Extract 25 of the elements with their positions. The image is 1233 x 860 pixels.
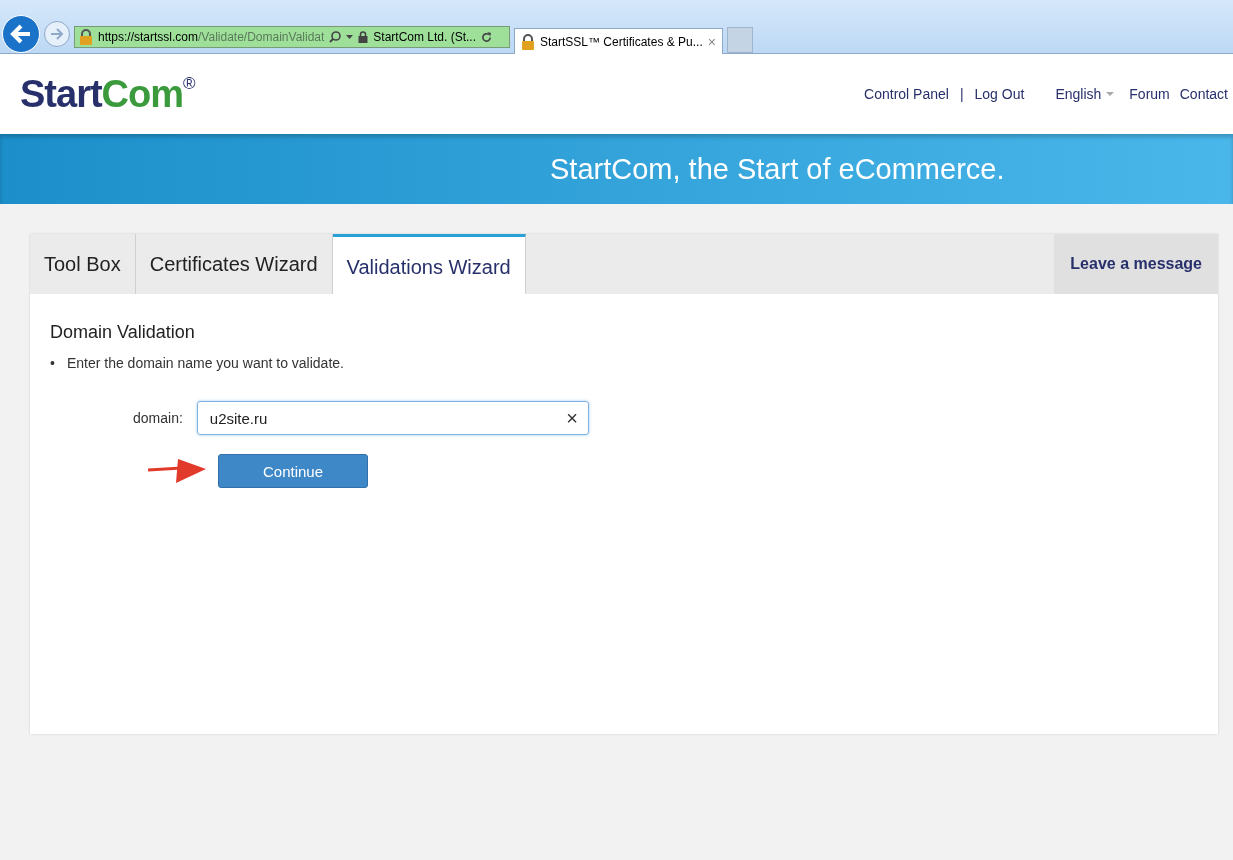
language-label: English bbox=[1055, 86, 1102, 102]
address-bar[interactable]: https://startssl.com/Validate/DomainValidat StartCom Ltd. (St... bbox=[74, 26, 510, 48]
nav-link[interactable]: Forum bbox=[1129, 86, 1170, 102]
url-path: /Validate/DomainValidat bbox=[198, 30, 325, 44]
close-tab-button[interactable]: × bbox=[707, 33, 716, 50]
field-label: domain: bbox=[133, 410, 183, 426]
logo[interactable]: StartCom$^{®}$ bbox=[20, 72, 195, 116]
tab-title: StartSSL™ Certificates & Pu... bbox=[540, 34, 703, 49]
browser-tab[interactable]: StartSSL™ Certificates & Pu... × bbox=[514, 28, 723, 54]
url-host: https://startssl.com bbox=[98, 30, 199, 44]
nav-separator: | bbox=[959, 86, 964, 102]
nav-link[interactable]: Log Out bbox=[974, 86, 1025, 102]
nav-link[interactable]: Contact bbox=[1179, 86, 1228, 102]
slogan: StartCom, the Start of eCommerce. bbox=[550, 152, 1005, 186]
site-identity[interactable]: StartCom Ltd. (St... bbox=[373, 30, 477, 44]
clear-button[interactable]: × bbox=[566, 406, 578, 430]
nav-link[interactable]: Control Panel bbox=[864, 86, 949, 102]
bullet: • bbox=[50, 355, 55, 371]
instruction-text: Enter the domain name you want to validate. bbox=[66, 355, 344, 371]
domain-field[interactable]: u2site.ru × bbox=[196, 401, 589, 435]
tab[interactable]: Validations Wizard bbox=[332, 234, 526, 294]
continue-button[interactable]: Continue bbox=[218, 454, 368, 488]
language-dropdown[interactable]: English bbox=[1055, 86, 1115, 102]
section-title: Domain Validation bbox=[50, 322, 196, 343]
leave-message-button[interactable]: Leave a message bbox=[1054, 234, 1218, 294]
